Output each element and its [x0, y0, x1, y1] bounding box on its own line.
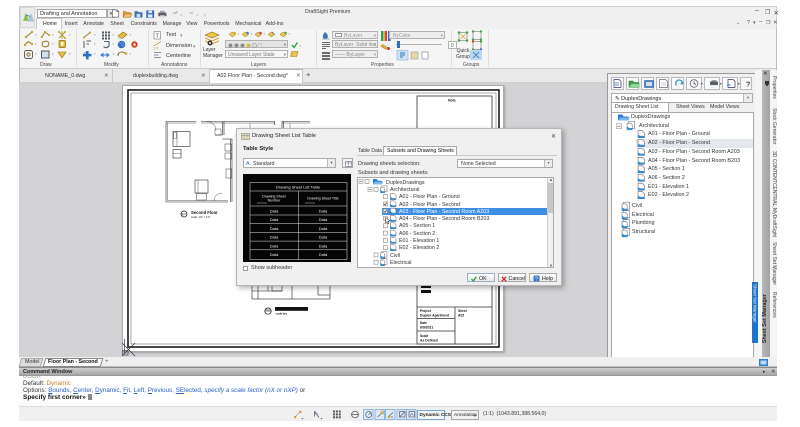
svg-text:Drawing Sheet List Table: Drawing Sheet List Table	[276, 184, 321, 189]
svg-text:scale key: scale key	[276, 312, 288, 316]
svg-text:A02: A02	[458, 314, 464, 318]
svg-text:Number: Number	[268, 198, 282, 202]
svg-text:Second Floor: Second Floor	[191, 210, 218, 215]
svg-text:Data: Data	[270, 225, 279, 230]
svg-text:Data: Data	[319, 208, 328, 213]
svg-text:A03: A03	[266, 308, 271, 312]
svg-text:Data: Data	[270, 234, 279, 239]
svg-text:Sheet: Sheet	[458, 309, 468, 313]
svg-text:As Defined: As Defined	[420, 339, 438, 343]
svg-text:6/9/2021: 6/9/2021	[420, 326, 433, 330]
svg-text:Data: Data	[270, 252, 279, 257]
svg-text:?: ?	[746, 82, 750, 89]
svg-text:Date: Date	[420, 321, 427, 325]
svg-text:Data: Data	[270, 217, 279, 222]
svg-text:Data: Data	[319, 225, 328, 230]
svg-text:Data: Data	[319, 217, 328, 222]
svg-text:1-2: 1-2	[153, 47, 159, 51]
svg-text:Data: Data	[319, 234, 328, 239]
svg-text:?: ?	[535, 277, 538, 283]
svg-text:1: 1	[182, 213, 184, 217]
svg-text:scale: 1/4" = 1'0": scale: 1/4" = 1'0"	[191, 215, 210, 219]
svg-text:Note: Note	[448, 99, 456, 103]
svg-text:Project: Project	[420, 309, 432, 313]
svg-text:Data: Data	[270, 208, 279, 213]
svg-text:Data: Data	[270, 243, 279, 248]
svg-text:Duplex Apartment: Duplex Apartment	[420, 314, 450, 318]
svg-text:Drawing Sheet Title: Drawing Sheet Title	[307, 196, 338, 200]
svg-text:Data: Data	[319, 243, 328, 248]
svg-text:Scale: Scale	[420, 334, 429, 338]
svg-text:Data: Data	[319, 252, 328, 257]
